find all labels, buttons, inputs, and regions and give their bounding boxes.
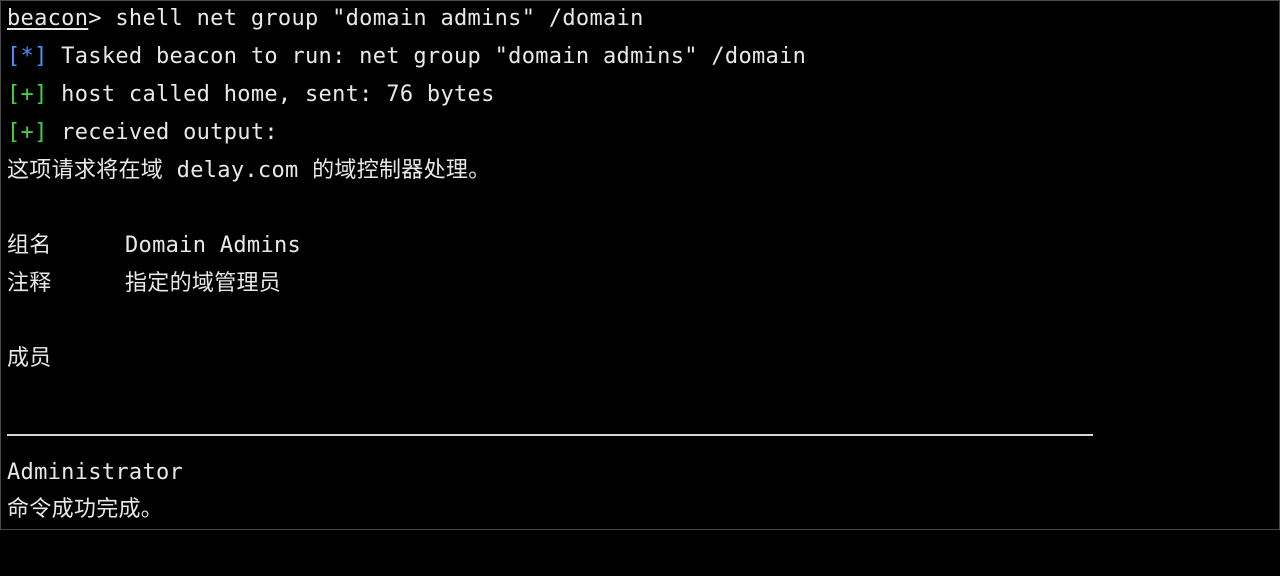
task-text: Tasked beacon to run: net group "domain … xyxy=(47,44,807,69)
success-marker: [+] xyxy=(7,120,48,145)
output-intro: 这项请求将在域 delay.com 的域控制器处理。 xyxy=(7,158,491,183)
comment-label: 注释 xyxy=(7,271,52,296)
beacon-prompt: beacon xyxy=(7,6,89,31)
received-output-text: received output: xyxy=(47,120,278,145)
members-separator xyxy=(7,434,1093,436)
host-called-text: host called home, sent: 76 bytes xyxy=(47,82,495,107)
host-called-line: [+] host called home, sent: 76 bytes xyxy=(7,80,495,110)
comment-row: 注释 指定的域管理员 xyxy=(7,269,281,299)
task-line: [*] Tasked beacon to run: net group "dom… xyxy=(7,42,806,72)
group-name-row: 组名 Domain Admins xyxy=(7,231,301,261)
info-marker: [*] xyxy=(7,44,48,69)
completion-message: 命令成功完成。 xyxy=(7,497,164,522)
group-name-value: Domain Admins xyxy=(125,233,302,258)
group-name-label: 组名 xyxy=(7,233,52,258)
command-text: > shell net group "domain admins" /domai… xyxy=(88,6,644,31)
beacon-console[interactable]: beacon> shell net group "domain admins" … xyxy=(0,0,1280,530)
command-line: beacon> shell net group "domain admins" … xyxy=(7,4,644,34)
member-entry: Administrator xyxy=(7,460,184,485)
received-output-line: [+] received output: xyxy=(7,118,278,148)
success-marker: [+] xyxy=(7,82,48,107)
members-label: 成员 xyxy=(7,346,52,371)
comment-value: 指定的域管理员 xyxy=(125,271,282,296)
